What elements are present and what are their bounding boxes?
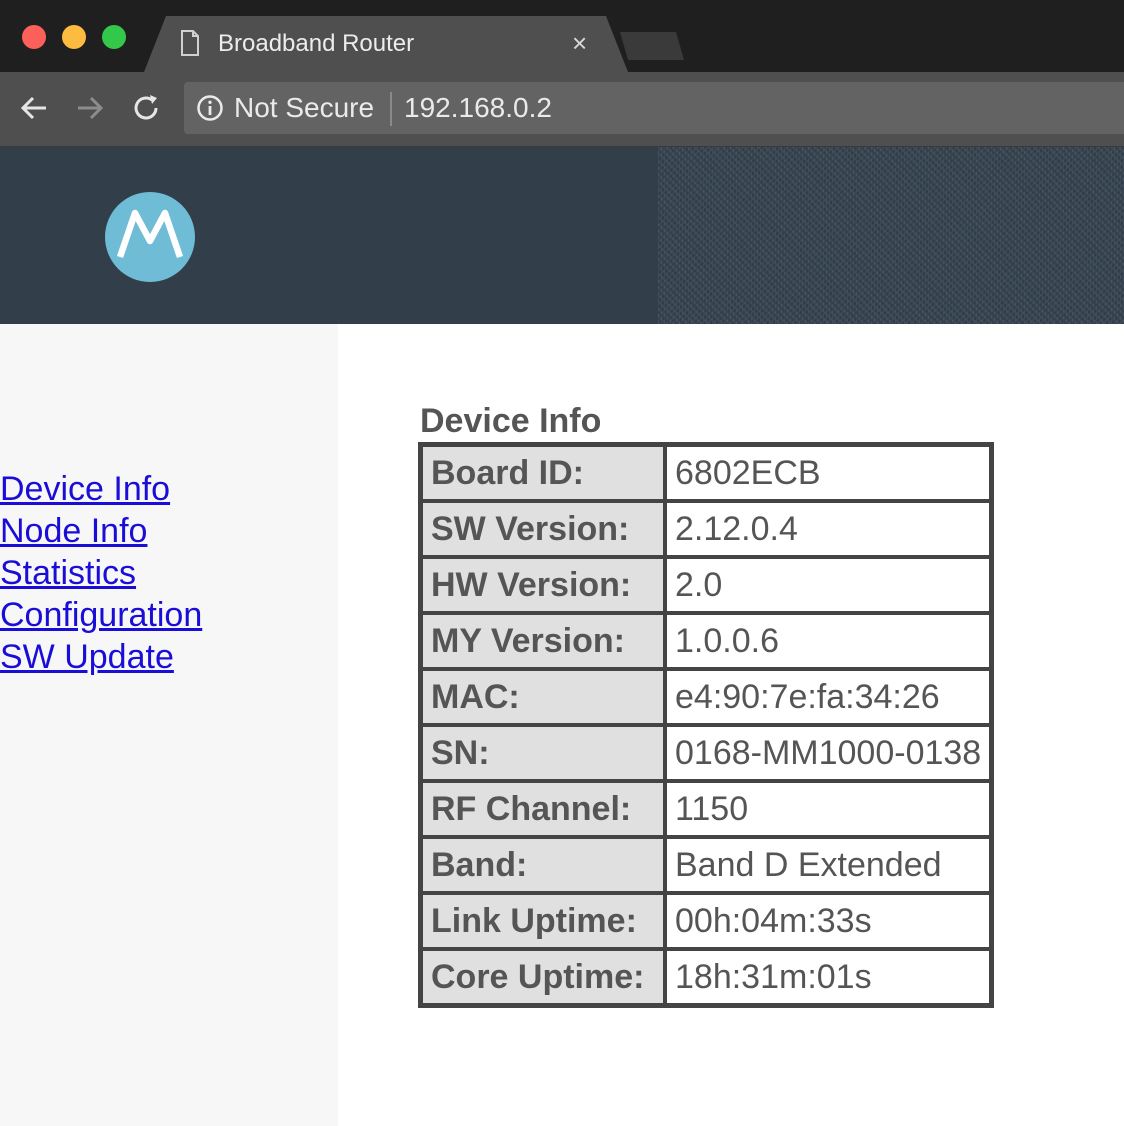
url-text[interactable]: 192.168.0.2 <box>404 92 552 124</box>
nav-link-statistics[interactable]: Statistics <box>0 552 202 594</box>
table-row: SN: 0168-MM1000-0138 <box>421 725 992 781</box>
banner-texture <box>658 147 1124 324</box>
row-value: 00h:04m:33s <box>665 893 992 949</box>
minimize-window-button[interactable] <box>62 25 86 49</box>
table-row: Band: Band D Extended <box>421 837 992 893</box>
sidebar-nav: Device Info Node Info Statistics Configu… <box>0 468 202 678</box>
nav-link-sw-update[interactable]: SW Update <box>0 636 202 678</box>
row-label: MY Version: <box>421 613 665 669</box>
maximize-window-button[interactable] <box>102 25 126 49</box>
nav-link-configuration[interactable]: Configuration <box>0 594 202 636</box>
device-info-table: Board ID: 6802ECB SW Version: 2.12.0.4 H… <box>418 442 995 1008</box>
page-title: Device Info <box>420 402 602 440</box>
table-row: Link Uptime: 00h:04m:33s <box>421 893 992 949</box>
motorola-logo <box>105 192 195 282</box>
security-status[interactable]: Not Secure <box>234 92 374 124</box>
reload-icon[interactable] <box>130 92 162 124</box>
row-value: 1150 <box>665 781 992 837</box>
close-tab-button[interactable]: × <box>572 28 587 58</box>
nav-link-node-info[interactable]: Node Info <box>0 510 202 552</box>
table-row: MAC: e4:90:7e:fa:34:26 <box>421 669 992 725</box>
address-separator <box>390 92 392 126</box>
row-value: 18h:31m:01s <box>665 949 992 1005</box>
browser-tab-bar: Broadband Router × <box>0 0 1124 72</box>
nav-link-device-info[interactable]: Device Info <box>0 468 202 510</box>
forward-arrow-icon[interactable] <box>74 92 106 124</box>
row-label: Band: <box>421 837 665 893</box>
row-value: 0168-MM1000-0138 <box>665 725 992 781</box>
row-label: Board ID: <box>421 445 665 501</box>
row-value: 6802ECB <box>665 445 992 501</box>
table-row: Core Uptime: 18h:31m:01s <box>421 949 992 1005</box>
info-icon[interactable] <box>196 94 224 122</box>
tab-title: Broadband Router <box>218 30 415 57</box>
row-value: 1.0.0.6 <box>665 613 992 669</box>
new-tab-button[interactable] <box>620 32 684 60</box>
header-banner <box>0 147 1124 324</box>
table-row: RF Channel: 1150 <box>421 781 992 837</box>
row-label: Link Uptime: <box>421 893 665 949</box>
table-row: Board ID: 6802ECB <box>421 445 992 501</box>
row-value: e4:90:7e:fa:34:26 <box>665 669 992 725</box>
row-label: RF Channel: <box>421 781 665 837</box>
table-row: SW Version: 2.12.0.4 <box>421 501 992 557</box>
row-label: SW Version: <box>421 501 665 557</box>
row-value: 2.12.0.4 <box>665 501 992 557</box>
row-label: HW Version: <box>421 557 665 613</box>
close-window-button[interactable] <box>22 25 46 49</box>
row-value: 2.0 <box>665 557 992 613</box>
row-label: SN: <box>421 725 665 781</box>
document-icon <box>181 30 199 56</box>
table-row: MY Version: 1.0.0.6 <box>421 613 992 669</box>
row-label: Core Uptime: <box>421 949 665 1005</box>
row-value: Band D Extended <box>665 837 992 893</box>
back-arrow-icon[interactable] <box>18 92 50 124</box>
table-row: HW Version: 2.0 <box>421 557 992 613</box>
row-label: MAC: <box>421 669 665 725</box>
sidebar <box>0 324 338 1126</box>
